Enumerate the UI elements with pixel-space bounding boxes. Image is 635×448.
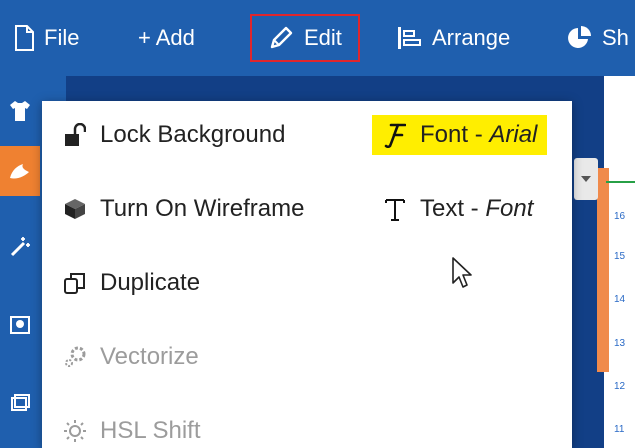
left-tool-strip (0, 76, 40, 448)
pie-icon (566, 25, 592, 51)
ruler-tick: 14 (614, 294, 626, 305)
magic-wand-icon[interactable] (0, 222, 40, 272)
add-menu-button[interactable]: + Add (138, 0, 195, 76)
canvas-highlight-bar (597, 168, 609, 372)
ruler-guide-line (606, 181, 635, 183)
font-icon (382, 122, 408, 148)
ruler-tick: 11 (614, 424, 625, 435)
pencil-icon (268, 25, 294, 51)
wireframe-label: Turn On Wireframe (100, 195, 305, 222)
hsl-shift-item: HSL Shift (62, 417, 201, 445)
edit-menu-button[interactable]: Edit (250, 0, 360, 76)
cube-icon (62, 196, 88, 222)
shape-menu-button[interactable]: Sh (566, 0, 629, 76)
add-menu-label: + Add (138, 25, 195, 50)
edit-menu-label: Edit (304, 25, 342, 50)
lock-background-label: Lock Background (100, 121, 286, 148)
file-menu-label: File (44, 25, 80, 50)
lock-background-item[interactable]: Lock Background (62, 121, 285, 149)
vectorize-item: Vectorize (62, 343, 199, 371)
edit-dropdown-menu: Lock Background Turn On Wireframe Duplic… (42, 101, 572, 448)
ruler-tick: 12 (614, 381, 626, 392)
duplicate-label: Duplicate (100, 269, 201, 296)
ruler-tick: 15 (614, 251, 626, 262)
font-item[interactable]: Font - Arial (372, 115, 548, 155)
text-item[interactable]: Text - Font (382, 195, 533, 223)
font-item-value: Arial (489, 121, 538, 148)
shape-menu-label: Sh (602, 25, 629, 50)
text-item-value: Font (485, 195, 534, 222)
arrange-icon (396, 25, 422, 51)
arrange-menu-button[interactable]: Arrange (396, 0, 510, 76)
file-menu-button[interactable]: File (14, 0, 79, 76)
sun-icon (62, 418, 88, 444)
chevron-down-icon (581, 176, 591, 182)
ruler-tick: 16 (614, 211, 626, 222)
font-item-label: Font - (420, 121, 490, 148)
duplicate-icon (62, 270, 88, 296)
file-icon (14, 25, 34, 51)
arrange-menu-label: Arrange (432, 25, 511, 50)
text-item-label: Text - (420, 195, 486, 222)
vectorize-label: Vectorize (100, 343, 199, 370)
unlock-icon (62, 122, 88, 148)
scroll-button[interactable] (574, 158, 598, 200)
layers-icon[interactable] (0, 378, 40, 428)
gears-icon (62, 344, 88, 370)
text-icon (382, 196, 408, 222)
hsl-shift-label: HSL Shift (100, 417, 201, 444)
clipart-icon[interactable] (0, 146, 40, 196)
duplicate-item[interactable]: Duplicate (62, 269, 200, 297)
mouse-cursor-icon (452, 257, 474, 294)
wireframe-item[interactable]: Turn On Wireframe (62, 195, 304, 223)
ruler-tick: 13 (614, 338, 626, 349)
top-toolbar: File + Add Edit Arrange Sh (0, 0, 635, 76)
tshirt-icon[interactable] (0, 86, 40, 136)
image-gallery-icon[interactable] (0, 300, 40, 350)
